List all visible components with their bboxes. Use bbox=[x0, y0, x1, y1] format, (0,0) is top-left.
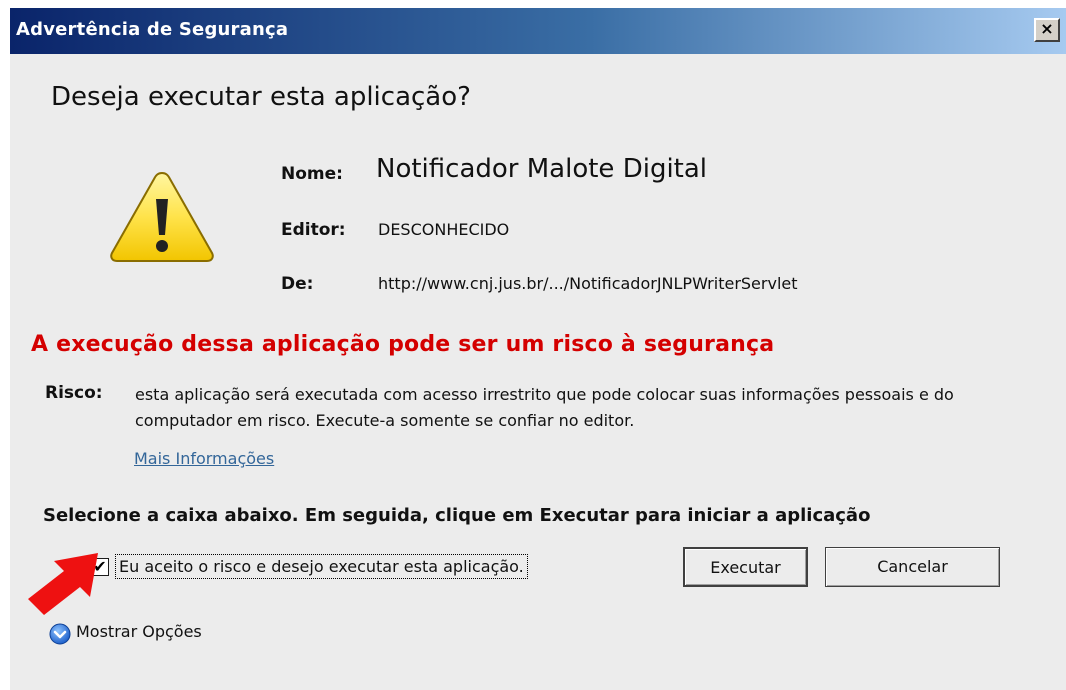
risk-heading: A execução dessa aplicação pode ser um r… bbox=[31, 332, 775, 357]
from-url-value: http://www.cnj.jus.br/.../NotificadorJNL… bbox=[378, 274, 798, 293]
from-label: De: bbox=[281, 274, 314, 294]
title-bar: Advertência de Segurança × bbox=[10, 8, 1066, 54]
dialog-body: Deseja executar esta aplicação? Nome: No… bbox=[10, 54, 1066, 690]
close-button[interactable]: × bbox=[1034, 18, 1060, 42]
warning-triangle-icon bbox=[110, 171, 214, 262]
app-name-value: Notificador Malote Digital bbox=[376, 154, 708, 184]
security-warning-window: Advertência de Segurança × Deseja execut… bbox=[0, 0, 1066, 690]
window-title: Advertência de Segurança bbox=[16, 19, 289, 40]
instruction-text: Selecione a caixa abaixo. Em seguida, cl… bbox=[43, 505, 871, 526]
run-button[interactable]: Executar bbox=[683, 547, 808, 587]
accept-risk-label[interactable]: Eu aceito o risco e desejo executar esta… bbox=[115, 554, 528, 579]
red-arrow-icon bbox=[28, 553, 98, 615]
more-info-link[interactable]: Mais Informações bbox=[134, 449, 274, 468]
publisher-label: Editor: bbox=[281, 220, 346, 240]
show-options-link[interactable]: Mostrar Opções bbox=[76, 622, 202, 641]
risk-label: Risco: bbox=[45, 383, 103, 403]
name-label: Nome: bbox=[281, 164, 343, 184]
risk-description: esta aplicação será executada com acesso… bbox=[135, 385, 954, 430]
dialog-question: Deseja executar esta aplicação? bbox=[51, 82, 471, 112]
publisher-value: DESCONHECIDO bbox=[378, 220, 510, 239]
chevron-down-circle-icon[interactable] bbox=[49, 623, 71, 645]
cancel-button[interactable]: Cancelar bbox=[825, 547, 1000, 587]
